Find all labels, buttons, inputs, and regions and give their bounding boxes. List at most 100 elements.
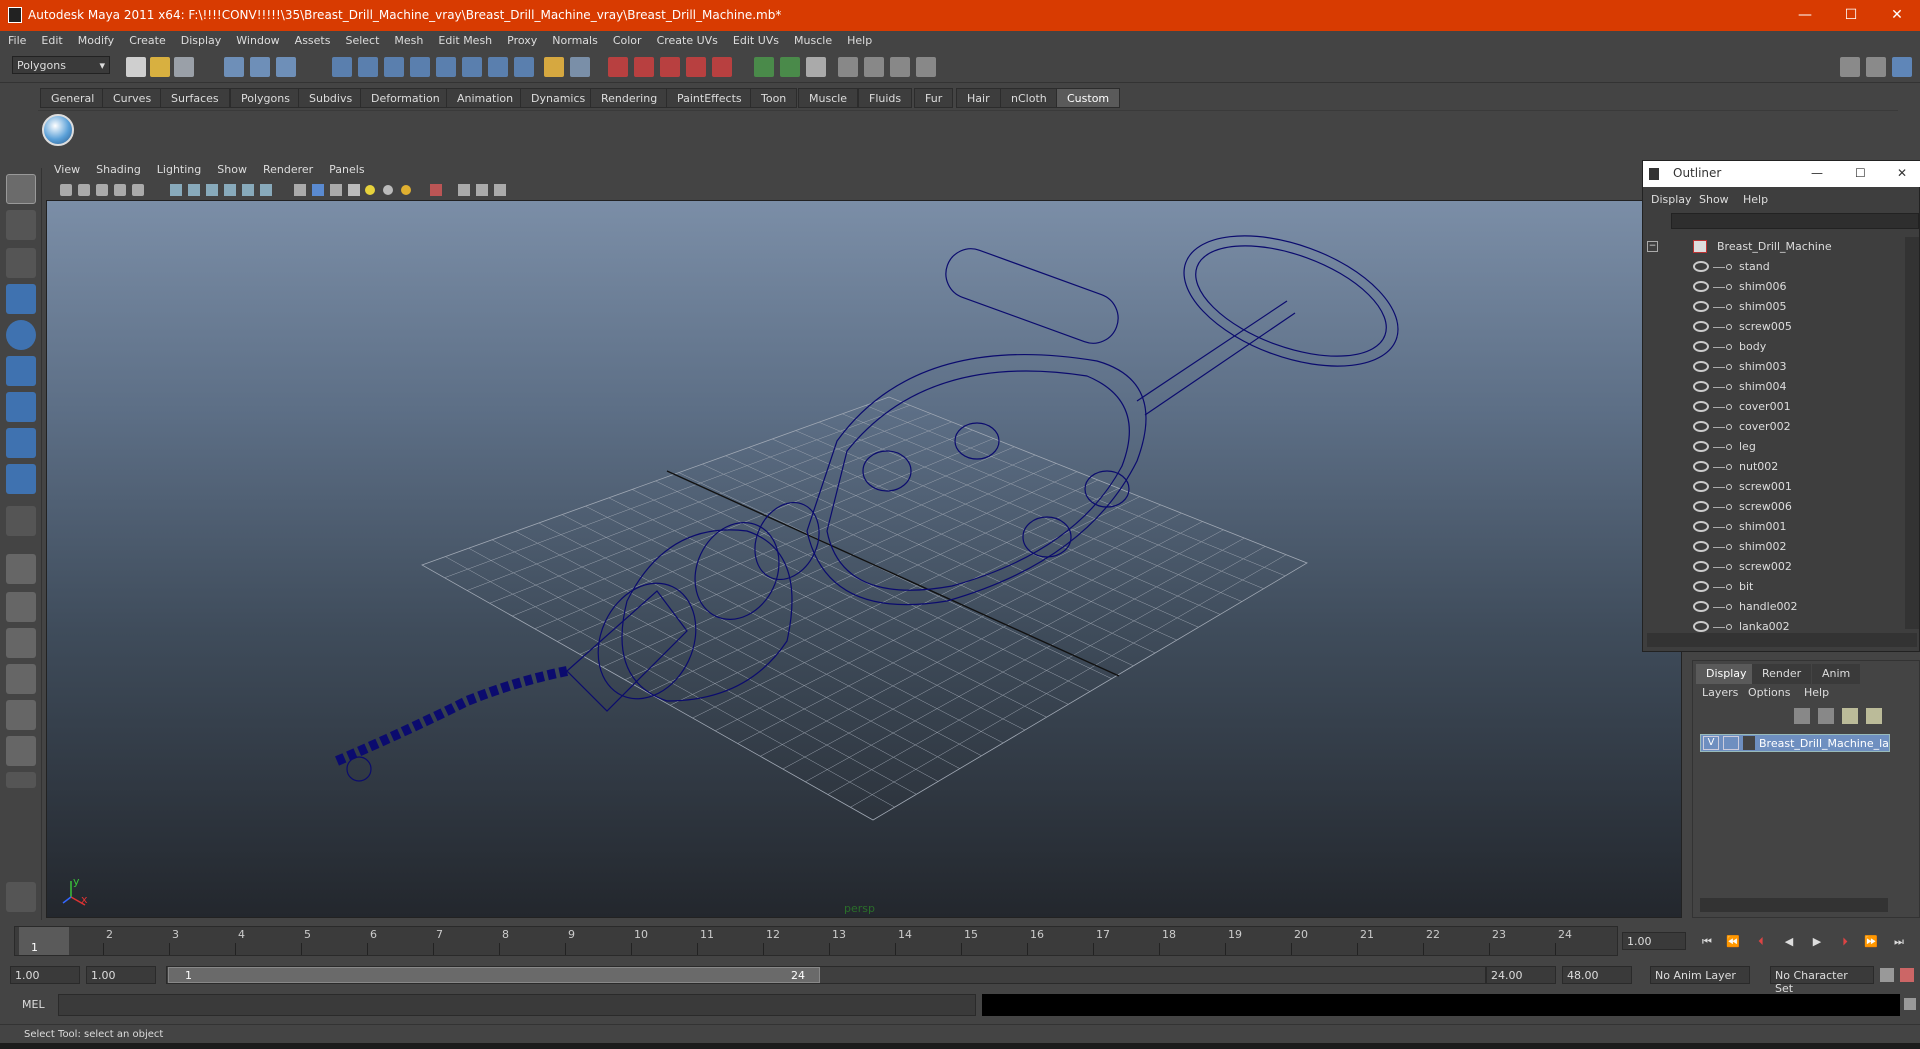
paint-select-tool-icon[interactable]	[6, 248, 36, 278]
new-scene-icon[interactable]	[126, 57, 146, 77]
shelf-tab-deformation[interactable]: Deformation	[360, 88, 451, 108]
menu-edit-uvs[interactable]: Edit UVs	[725, 31, 786, 47]
shelf-tab-painteffects[interactable]: PaintEffects	[666, 88, 753, 108]
close-button[interactable]: ✕	[1874, 0, 1920, 31]
outliner-menu-help[interactable]: Help	[1743, 193, 1768, 206]
shelf-tab-hair[interactable]: Hair	[956, 88, 1001, 108]
visibility-eye-icon[interactable]	[1693, 341, 1709, 352]
mini-panel-icon[interactable]	[6, 882, 36, 912]
outliner-filter-field[interactable]	[1671, 213, 1919, 229]
play-forwards-icon[interactable]: ▶	[1808, 935, 1826, 951]
go-to-end-icon[interactable]: ⏭	[1890, 935, 1908, 951]
move-tool-icon[interactable]	[6, 284, 36, 314]
menu-help[interactable]: Help	[839, 31, 879, 47]
outliner-menu-show[interactable]: Show	[1699, 193, 1729, 206]
step-back-frame-icon[interactable]: ⏴	[1752, 935, 1770, 951]
outliner-close-button[interactable]: ✕	[1897, 166, 1907, 180]
shelf-tab-muscle[interactable]: Muscle	[798, 88, 859, 108]
visibility-eye-icon[interactable]	[1693, 281, 1709, 292]
select-hierarchy-icon[interactable]	[224, 57, 244, 77]
step-back-key-icon[interactable]: ⏪	[1724, 935, 1742, 951]
panel-toolbar-icons[interactable]	[46, 180, 566, 200]
render-current-icon[interactable]	[864, 57, 884, 77]
lock-icon[interactable]	[544, 57, 564, 77]
current-frame-marker[interactable]: 1	[19, 927, 69, 955]
selection-mask-icon[interactable]	[570, 57, 590, 77]
visibility-eye-icon[interactable]	[1693, 381, 1709, 392]
shelf-tab-toon[interactable]: Toon	[750, 88, 798, 108]
outliner-item[interactable]: cover001	[1643, 397, 1905, 417]
maximize-button[interactable]: ☐	[1828, 0, 1874, 31]
layer-visibility-toggle[interactable]: V	[1703, 736, 1719, 750]
layer-menu-layers[interactable]: Layers	[1702, 686, 1738, 699]
snap-view-plane-icon[interactable]	[686, 57, 706, 77]
attribute-editor-icon[interactable]	[1840, 57, 1860, 77]
output-ops-icon[interactable]	[780, 57, 800, 77]
last-tool-icon[interactable]	[6, 506, 36, 536]
layer-display-type-toggle[interactable]	[1723, 736, 1739, 750]
playback-start-field[interactable]: 1.00	[86, 966, 156, 984]
tool-settings-icon[interactable]	[1866, 57, 1886, 77]
snap-curve-icon[interactable]	[358, 57, 378, 77]
visibility-eye-icon[interactable]	[1693, 401, 1709, 412]
scale-tool-icon[interactable]	[6, 356, 36, 386]
shelf-tab-curves[interactable]: Curves	[102, 88, 163, 108]
layer-tab-display[interactable]: Display	[1696, 664, 1757, 684]
animation-end-field[interactable]: 48.00	[1562, 966, 1632, 984]
shelf-tab-fur[interactable]: Fur	[914, 88, 954, 108]
visibility-eye-icon[interactable]	[1693, 361, 1709, 372]
construction-icon[interactable]	[488, 57, 508, 77]
menu-mesh[interactable]: Mesh	[386, 31, 430, 47]
menu-modify[interactable]: Modify	[70, 31, 121, 47]
panel-menu-lighting[interactable]: Lighting	[149, 160, 209, 176]
outliner-item[interactable]: handle002	[1643, 597, 1905, 617]
menu-create[interactable]: Create	[121, 31, 173, 47]
outliner-root-item[interactable]: − Breast_Drill_Machine	[1643, 237, 1905, 257]
four-pane-layout-icon[interactable]	[6, 592, 36, 622]
lasso-tool-icon[interactable]	[6, 210, 36, 240]
command-language-label[interactable]: MEL	[22, 998, 45, 1011]
rotate-tool-icon[interactable]	[6, 320, 36, 350]
snap-plane-icon[interactable]	[410, 57, 430, 77]
new-layer-icon[interactable]	[1842, 708, 1858, 724]
hypershade-layout-icon[interactable]	[6, 736, 36, 766]
outliner-horizontal-scrollbar[interactable]	[1647, 633, 1917, 647]
playback-end-field[interactable]: 24.00	[1486, 966, 1556, 984]
soft-mod-tool-icon[interactable]	[6, 428, 36, 458]
menu-color[interactable]: Color	[605, 31, 649, 47]
menu-file[interactable]: File	[0, 31, 33, 47]
shelf-tab-general[interactable]: General	[40, 88, 106, 108]
select-tool-icon[interactable]	[6, 174, 36, 204]
visibility-eye-icon[interactable]	[1693, 261, 1709, 272]
shelf-tab-ncloth[interactable]: nCloth	[1000, 88, 1058, 108]
outliner-item[interactable]: shim002	[1643, 537, 1905, 557]
visibility-eye-icon[interactable]	[1693, 441, 1709, 452]
layer-color-swatch[interactable]	[1743, 736, 1755, 750]
shelf-tab-fluids[interactable]: Fluids	[858, 88, 913, 108]
snap-grid-icon[interactable]	[332, 57, 352, 77]
visibility-eye-icon[interactable]	[1693, 581, 1709, 592]
layer-row[interactable]: V Breast_Drill_Machine_layer	[1700, 734, 1890, 752]
visibility-eye-icon[interactable]	[1693, 601, 1709, 612]
step-forward-key-icon[interactable]: ⏩	[1862, 935, 1880, 951]
graph-persp-layout-icon[interactable]	[6, 700, 36, 730]
collapse-toggle-icon[interactable]: −	[1647, 241, 1658, 252]
auto-key-icon[interactable]	[1880, 968, 1894, 982]
time-ruler[interactable]: 123456789101112131415161718192021222324 …	[14, 926, 1618, 956]
animation-start-field[interactable]: 1.00	[10, 966, 80, 984]
visibility-eye-icon[interactable]	[1693, 541, 1709, 552]
show-manipulator-icon[interactable]	[6, 464, 36, 494]
menu-assets[interactable]: Assets	[287, 31, 338, 47]
save-scene-icon[interactable]	[174, 57, 194, 77]
layer-menu-options[interactable]: Options	[1748, 686, 1790, 699]
visibility-eye-icon[interactable]	[1693, 321, 1709, 332]
shelf-tab-dynamics[interactable]: Dynamics	[520, 88, 597, 108]
shelf-tab-polygons[interactable]: Polygons	[230, 88, 301, 108]
menu-display[interactable]: Display	[173, 31, 229, 47]
shelf-tab-rendering[interactable]: Rendering	[590, 88, 669, 108]
snap-to-point-icon[interactable]	[660, 57, 680, 77]
outliner-item[interactable]: body	[1643, 337, 1905, 357]
layout-chevron-icon[interactable]	[6, 772, 36, 788]
two-pane-layout-icon[interactable]	[6, 628, 36, 658]
outliner-item[interactable]: leg	[1643, 437, 1905, 457]
